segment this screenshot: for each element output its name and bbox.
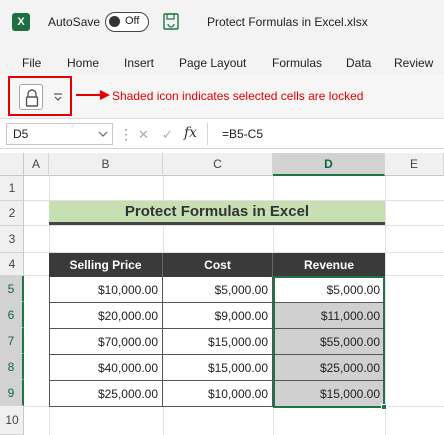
row-header-3[interactable]: 3	[0, 226, 24, 253]
autosave-toggle[interactable]: Off	[105, 12, 149, 32]
annotation-text: Shaded icon indicates selected cells are…	[112, 89, 364, 103]
row-header-4[interactable]: 4	[0, 253, 24, 276]
table-row: $10,000.00 $5,000.00 $5,000.00	[49, 277, 385, 303]
column-headers: A B C D E	[0, 153, 444, 176]
column-header-c[interactable]: C	[163, 153, 273, 176]
cell-cost[interactable]: $5,000.00	[163, 277, 273, 303]
cell-selling-price[interactable]: $70,000.00	[49, 329, 163, 355]
select-all-corner[interactable]	[0, 153, 24, 176]
row-header-7[interactable]: 7	[0, 328, 24, 354]
ribbon-options-icon[interactable]	[53, 91, 63, 103]
cell-selling-price[interactable]: $20,000.00	[49, 303, 163, 329]
autosave-state: Off	[125, 15, 140, 27]
table-row: $40,000.00 $15,000.00 $25,000.00	[49, 355, 385, 381]
cancel-icon[interactable]: ✕	[138, 127, 149, 143]
more-options-icon[interactable]: ⋮	[119, 126, 133, 143]
formula-input[interactable]: =B5-C5	[222, 127, 263, 141]
annotation-arrow-icon	[76, 90, 110, 100]
cell-selling-price[interactable]: $10,000.00	[49, 277, 163, 303]
row-header-5[interactable]: 5	[0, 276, 24, 302]
column-header-a[interactable]: A	[24, 153, 49, 176]
row-header-1[interactable]: 1	[0, 176, 24, 201]
header-selling-price[interactable]: Selling Price	[49, 253, 163, 277]
menu-formulas[interactable]: Formulas	[272, 56, 322, 70]
row-header-6[interactable]: 6	[0, 302, 24, 328]
document-title: Protect Formulas in Excel.xlsx	[207, 15, 368, 29]
chevron-down-icon	[98, 131, 108, 137]
header-cost[interactable]: Cost	[163, 253, 273, 277]
grid-line	[385, 176, 386, 435]
cell-cost[interactable]: $10,000.00	[163, 381, 273, 407]
insert-function-icon[interactable]: fx	[184, 125, 197, 141]
cell-revenue[interactable]: $15,000.00	[273, 381, 385, 407]
menu-page-layout[interactable]: Page Layout	[179, 56, 246, 70]
column-header-b[interactable]: B	[49, 153, 163, 176]
row-headers: 1 2 3 4 5 6 7 8 9 10	[0, 176, 24, 435]
formula-separator	[207, 123, 208, 145]
cell-selling-price[interactable]: $40,000.00	[49, 355, 163, 381]
lock-icon	[25, 89, 39, 107]
row-header-8[interactable]: 8	[0, 354, 24, 380]
cell-cost[interactable]: $15,000.00	[163, 329, 273, 355]
table-header: Selling Price Cost Revenue	[49, 253, 385, 277]
column-header-d[interactable]: D	[273, 153, 385, 176]
ribbon: Shaded icon indicates selected cells are…	[0, 74, 444, 119]
autosave-label: AutoSave	[48, 15, 101, 29]
row-header-10[interactable]: 10	[0, 406, 24, 435]
formula-bar: D5 ⋮ ✕ ✓ fx =B5-C5	[0, 119, 444, 149]
lock-highlight-box	[8, 76, 72, 116]
enter-icon[interactable]: ✓	[162, 127, 173, 143]
column-header-e[interactable]: E	[385, 153, 444, 176]
menu-home[interactable]: Home	[67, 56, 99, 70]
row-header-9[interactable]: 9	[0, 380, 24, 406]
cell-cost[interactable]: $9,000.00	[163, 303, 273, 329]
cell-revenue[interactable]: $25,000.00	[273, 355, 385, 381]
cell-cost[interactable]: $15,000.00	[163, 355, 273, 381]
header-revenue[interactable]: Revenue	[273, 253, 385, 277]
cell-revenue[interactable]: $11,000.00	[273, 303, 385, 329]
menu-file[interactable]: File	[22, 56, 41, 70]
table-row: $25,000.00 $10,000.00 $15,000.00	[49, 381, 385, 407]
table-row: $20,000.00 $9,000.00 $11,000.00	[49, 303, 385, 329]
cell-revenue[interactable]: $5,000.00	[273, 277, 385, 303]
row-header-2[interactable]: 2	[0, 201, 24, 226]
sheet-title[interactable]: Protect Formulas in Excel	[49, 201, 385, 225]
menu-insert[interactable]: Insert	[124, 56, 154, 70]
table-row: $70,000.00 $15,000.00 $55,000.00	[49, 329, 385, 355]
cell-revenue[interactable]: $55,000.00	[273, 329, 385, 355]
fill-handle[interactable]	[381, 404, 387, 410]
lock-cell-button[interactable]	[19, 84, 43, 110]
save-icon[interactable]	[163, 13, 179, 30]
grid-line	[24, 225, 444, 226]
menu-review[interactable]: Review	[394, 56, 433, 70]
menu-bar: File Home Insert Page Layout Formulas Da…	[0, 44, 444, 74]
menu-data[interactable]: Data	[346, 56, 371, 70]
name-box-value: D5	[13, 127, 29, 141]
toggle-knob	[109, 16, 120, 27]
title-bar: X AutoSave Off Protect Formulas in Excel…	[0, 0, 444, 44]
excel-logo-icon: X	[12, 13, 30, 31]
cell-selling-price[interactable]: $25,000.00	[49, 381, 163, 407]
name-box[interactable]: D5	[6, 123, 113, 145]
